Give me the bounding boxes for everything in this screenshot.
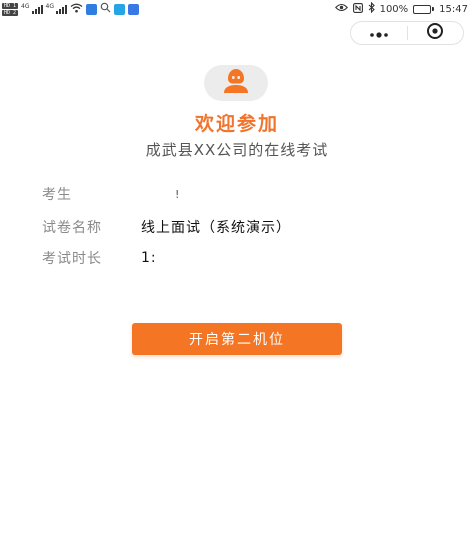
avatar — [204, 65, 268, 101]
signal-2-label: 4G — [45, 3, 54, 10]
status-left: HD 1 HD 2 4G 4G — [2, 2, 139, 16]
target-circle-icon — [426, 22, 444, 44]
hd-badge-1: HD 1 — [2, 2, 19, 9]
eye-icon — [334, 3, 348, 15]
signal-1-icon: 4G — [21, 3, 43, 14]
exam-name-row: 试卷名称 线上面试（系统演示） — [42, 217, 291, 237]
exam-name-value: 线上面试（系统演示） — [141, 220, 291, 236]
candidate-value: ! — [175, 187, 181, 201]
close-miniprogram-button[interactable] — [408, 22, 464, 44]
signal-2-icon: 4G — [46, 4, 67, 14]
battery-percent: 100% — [379, 3, 409, 15]
app-notification-icon-2 — [113, 3, 125, 15]
status-time: 15:47 — [439, 3, 468, 15]
page-title: 欢迎参加 — [194, 113, 279, 135]
wifi-icon — [70, 3, 83, 16]
exam-duration-value: 1: — [141, 250, 157, 266]
exam-name-label: 试卷名称 — [42, 220, 102, 236]
status-bar: HD 1 HD 2 4G 4G 100% 15:47 — [0, 0, 474, 18]
battery-icon — [413, 4, 435, 14]
more-dots-icon — [368, 24, 390, 43]
user-icon — [221, 68, 251, 98]
app-notification-icon-1 — [85, 3, 97, 15]
nfc-icon — [352, 2, 363, 16]
miniprogram-capsule — [350, 21, 464, 45]
status-right: 100% 15:47 — [334, 1, 468, 16]
bluetooth-icon — [368, 1, 375, 16]
exam-duration-row: 考试时长 1: — [42, 248, 157, 268]
search-notification-icon — [100, 2, 111, 16]
candidate-label: 考生 — [42, 187, 72, 203]
hd-badge-2: HD 2 — [2, 9, 19, 16]
exam-duration-label: 考试时长 — [42, 251, 102, 267]
candidate-row: 考生 ! — [42, 184, 180, 204]
hd-indicator: HD 1 HD 2 — [2, 2, 19, 16]
more-button[interactable] — [351, 22, 407, 44]
app-notification-icon-3 — [127, 3, 139, 15]
signal-1-label: 4G — [21, 3, 30, 10]
exam-organization: 成武县XX公司的在线考试 — [145, 141, 329, 159]
enable-second-camera-button[interactable]: 开启第二机位 — [132, 323, 342, 355]
